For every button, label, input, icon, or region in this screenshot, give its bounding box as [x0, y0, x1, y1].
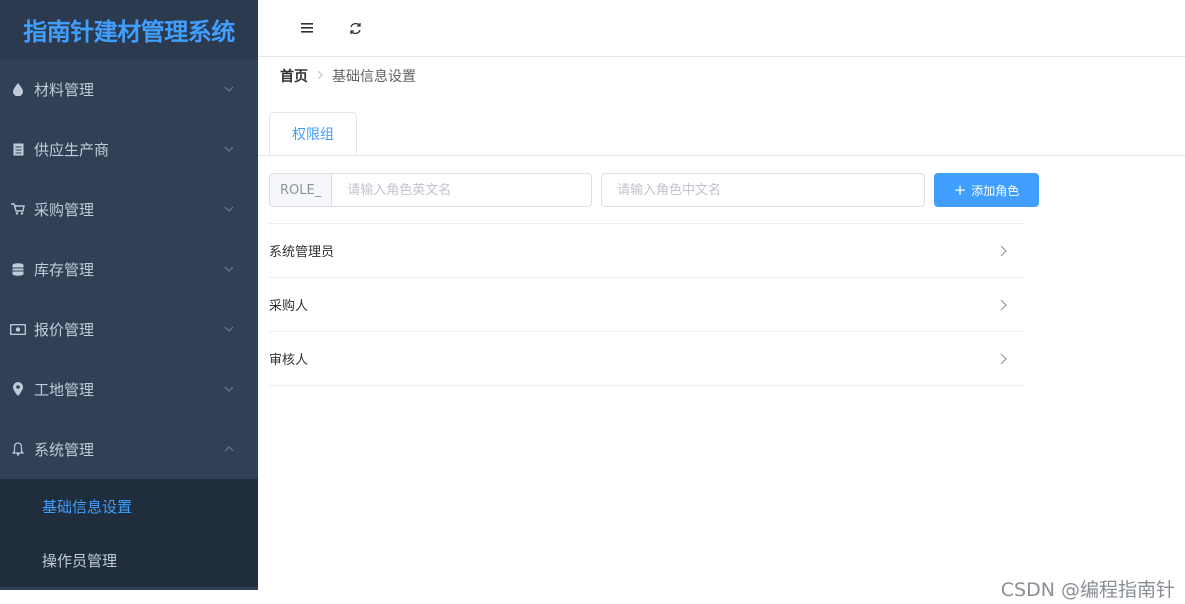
- menu-item-quotes[interactable]: 报价管理: [0, 299, 258, 359]
- drop-icon: [10, 81, 26, 97]
- watermark: CSDN @编程指南针: [1000, 579, 1175, 601]
- chevron-down-icon: [222, 82, 236, 96]
- menu-item-purchasing[interactable]: 采购管理: [0, 179, 258, 239]
- menu-item-suppliers[interactable]: 供应生产商: [0, 119, 258, 179]
- menu-item-sites[interactable]: 工地管理: [0, 359, 258, 419]
- bell-icon: [10, 441, 26, 457]
- chevron-down-icon: [222, 262, 236, 276]
- role-list: 系统管理员 采购人 审核人: [269, 223, 1024, 386]
- list-item[interactable]: 审核人: [269, 332, 1024, 386]
- role-name: 系统管理员: [269, 245, 335, 260]
- menu-label: 材料管理: [34, 80, 95, 99]
- menu-label: 报价管理: [34, 320, 95, 339]
- submenu-item-operators[interactable]: 操作员管理: [0, 533, 258, 587]
- app-title: 指南针建材管理系统: [0, 0, 258, 59]
- list-item[interactable]: 采购人: [269, 278, 1024, 332]
- role-name: 采购人: [269, 299, 309, 314]
- role-name: 审核人: [269, 353, 309, 368]
- tab-bar: 权限组: [258, 112, 1185, 156]
- refresh-icon[interactable]: [346, 19, 364, 37]
- role-cn-input-wrapper: [601, 173, 925, 207]
- menu-item-materials[interactable]: 材料管理: [0, 59, 258, 119]
- menu-item-inventory[interactable]: 库存管理: [0, 239, 258, 299]
- breadcrumb-current: 基础信息设置: [332, 69, 416, 85]
- chevron-right-icon: [1000, 352, 1014, 366]
- chevron-right-icon: [1000, 298, 1014, 312]
- topbar: [258, 0, 1185, 57]
- system-submenu: 基础信息设置 操作员管理: [0, 479, 258, 587]
- submenu-item-basic-settings[interactable]: 基础信息设置: [0, 479, 258, 533]
- database-icon: [10, 261, 26, 277]
- chevron-up-icon: [222, 442, 236, 456]
- menu-label: 系统管理: [34, 440, 95, 459]
- add-role-button[interactable]: + 添加角色: [934, 173, 1039, 207]
- breadcrumb-home[interactable]: 首页: [280, 66, 308, 86]
- role-en-input-group: ROLE_: [269, 173, 592, 207]
- chevron-down-icon: [222, 322, 236, 336]
- chevron-down-icon: [222, 382, 236, 396]
- chevron-right-icon: [317, 69, 323, 84]
- cart-icon: [10, 201, 26, 217]
- breadcrumb: 首页 基础信息设置: [280, 66, 416, 86]
- chevron-down-icon: [222, 142, 236, 156]
- location-icon: [10, 381, 26, 397]
- menu-label: 工地管理: [34, 380, 95, 399]
- role-cn-input[interactable]: [602, 182, 924, 198]
- list-item[interactable]: 系统管理员: [269, 224, 1024, 278]
- chevron-right-icon: [1000, 244, 1014, 258]
- money-icon: [10, 321, 26, 337]
- plus-icon: +: [953, 180, 967, 199]
- hamburger-icon[interactable]: [298, 19, 316, 37]
- add-role-label: 添加角色: [971, 183, 1020, 198]
- chevron-down-icon: [222, 202, 236, 216]
- sidebar: 指南针建材管理系统 材料管理 供应生产商 采购管理 库存管理 报价管理 工地管理…: [0, 0, 258, 590]
- role-en-input[interactable]: [332, 174, 591, 206]
- menu-label: 供应生产商: [34, 140, 110, 159]
- menu-item-system[interactable]: 系统管理: [0, 419, 258, 479]
- document-icon: [10, 141, 26, 157]
- menu-label: 库存管理: [34, 260, 95, 279]
- role-prefix: ROLE_: [270, 174, 333, 206]
- tab-permission-group[interactable]: 权限组: [269, 112, 357, 155]
- menu-label: 采购管理: [34, 200, 95, 219]
